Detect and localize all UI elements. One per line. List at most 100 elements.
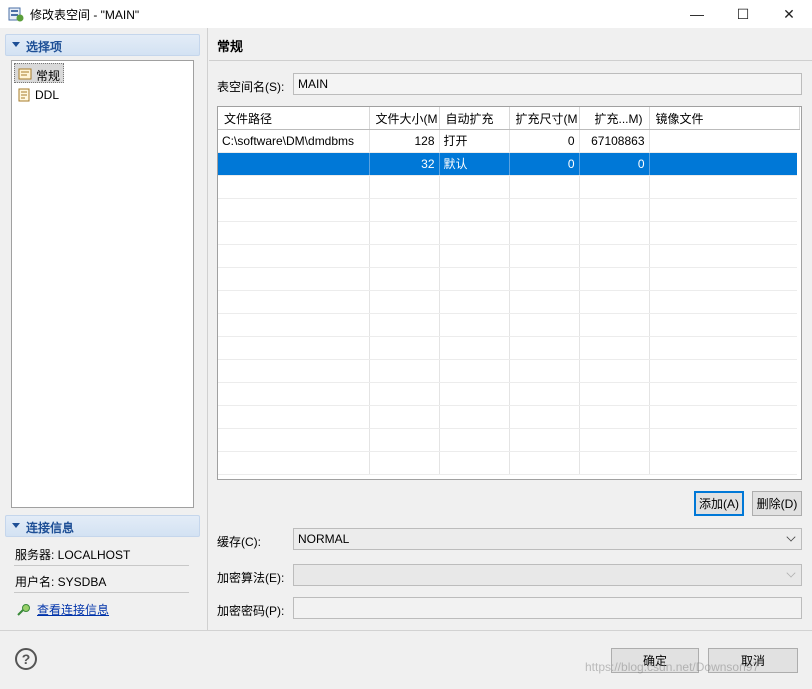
empty-cell[interactable] — [369, 313, 440, 337]
empty-cell[interactable] — [649, 175, 800, 199]
table-row-empty[interactable] — [218, 451, 800, 475]
empty-cell[interactable] — [579, 267, 650, 291]
empty-cell[interactable] — [439, 267, 510, 291]
column-header-max-size[interactable]: 扩充...M) — [579, 107, 650, 130]
empty-cell[interactable] — [369, 290, 440, 314]
empty-cell[interactable] — [439, 451, 510, 475]
empty-cell[interactable] — [439, 336, 510, 360]
column-header-size[interactable]: 文件大小(M — [369, 107, 440, 130]
empty-cell[interactable] — [369, 405, 440, 429]
cell-size[interactable]: 32 — [369, 152, 440, 176]
empty-cell[interactable] — [439, 290, 510, 314]
empty-cell[interactable] — [509, 405, 580, 429]
empty-cell[interactable] — [649, 428, 800, 452]
empty-cell[interactable] — [218, 313, 370, 337]
table-row-empty[interactable] — [218, 267, 800, 291]
delete-button[interactable]: 删除(D) — [752, 491, 802, 516]
empty-cell[interactable] — [579, 451, 650, 475]
empty-cell[interactable] — [649, 336, 800, 360]
empty-cell[interactable] — [369, 336, 440, 360]
close-button[interactable]: ✕ — [766, 0, 812, 28]
nav-item-general[interactable]: 常规 — [14, 63, 65, 83]
table-row-empty[interactable] — [218, 359, 800, 383]
empty-cell[interactable] — [509, 336, 580, 360]
empty-cell[interactable] — [649, 267, 800, 291]
column-header-mirror[interactable]: 镜像文件 — [649, 107, 800, 130]
empty-cell[interactable] — [369, 359, 440, 383]
empty-cell[interactable] — [509, 221, 580, 245]
cell-path[interactable] — [218, 152, 370, 176]
empty-cell[interactable] — [649, 359, 800, 383]
encrypt-password-field[interactable] — [293, 597, 802, 619]
table-row-empty[interactable] — [218, 244, 800, 268]
empty-cell[interactable] — [649, 405, 800, 429]
empty-cell[interactable] — [509, 382, 580, 406]
table-row-selected[interactable]: 32 默认 0 0 — [218, 152, 800, 176]
add-button[interactable]: 添加(A) — [694, 491, 744, 516]
cell-mirror[interactable] — [649, 129, 800, 153]
empty-cell[interactable] — [509, 451, 580, 475]
empty-cell[interactable] — [218, 405, 370, 429]
empty-cell[interactable] — [218, 267, 370, 291]
empty-cell[interactable] — [579, 405, 650, 429]
column-header-autoextend[interactable]: 自动扩充 — [439, 107, 510, 130]
empty-cell[interactable] — [649, 451, 800, 475]
empty-cell[interactable] — [579, 175, 650, 199]
empty-cell[interactable] — [439, 382, 510, 406]
empty-cell[interactable] — [509, 244, 580, 268]
encrypt-algo-select[interactable] — [293, 564, 802, 586]
column-header-path[interactable]: 文件路径 — [218, 107, 370, 130]
empty-cell[interactable] — [218, 290, 370, 314]
empty-cell[interactable] — [369, 221, 440, 245]
table-row-empty[interactable] — [218, 313, 800, 337]
cell-max-size[interactable]: 67108863 — [579, 129, 650, 153]
empty-cell[interactable] — [218, 198, 370, 222]
table-row-empty[interactable] — [218, 290, 800, 314]
empty-cell[interactable] — [649, 382, 800, 406]
table-row[interactable]: C:\software\DM\dmdbms 128 打开 0 67108863 — [218, 129, 800, 153]
table-row-empty[interactable] — [218, 405, 800, 429]
cell-path[interactable]: C:\software\DM\dmdbms — [218, 129, 370, 153]
empty-cell[interactable] — [579, 428, 650, 452]
empty-cell[interactable] — [369, 175, 440, 199]
empty-cell[interactable] — [649, 221, 800, 245]
table-scrollbar[interactable] — [797, 130, 801, 479]
empty-cell[interactable] — [579, 290, 650, 314]
empty-cell[interactable] — [439, 244, 510, 268]
table-row-empty[interactable] — [218, 382, 800, 406]
empty-cell[interactable] — [439, 175, 510, 199]
empty-cell[interactable] — [649, 313, 800, 337]
table-row-empty[interactable] — [218, 221, 800, 245]
maximize-button[interactable]: ☐ — [720, 0, 766, 28]
selection-section-header[interactable]: 选择项 — [5, 34, 200, 56]
cell-max-size[interactable]: 0 — [579, 152, 650, 176]
connection-section-header[interactable]: 连接信息 — [5, 515, 200, 537]
empty-cell[interactable] — [509, 313, 580, 337]
empty-cell[interactable] — [369, 382, 440, 406]
column-header-extend-size[interactable]: 扩充尺寸(M — [509, 107, 580, 130]
empty-cell[interactable] — [439, 313, 510, 337]
table-row-empty[interactable] — [218, 198, 800, 222]
empty-cell[interactable] — [369, 428, 440, 452]
empty-cell[interactable] — [579, 382, 650, 406]
empty-cell[interactable] — [218, 359, 370, 383]
empty-cell[interactable] — [218, 428, 370, 452]
empty-cell[interactable] — [218, 175, 370, 199]
empty-cell[interactable] — [579, 198, 650, 222]
help-icon[interactable]: ? — [15, 648, 37, 670]
empty-cell[interactable] — [369, 451, 440, 475]
cell-size[interactable]: 128 — [369, 129, 440, 153]
empty-cell[interactable] — [509, 267, 580, 291]
empty-cell[interactable] — [439, 221, 510, 245]
empty-cell[interactable] — [509, 198, 580, 222]
minimize-button[interactable]: — — [674, 0, 720, 28]
tablespace-name-field[interactable]: MAIN — [293, 73, 802, 95]
empty-cell[interactable] — [649, 198, 800, 222]
empty-cell[interactable] — [218, 382, 370, 406]
empty-cell[interactable] — [579, 244, 650, 268]
empty-cell[interactable] — [579, 313, 650, 337]
empty-cell[interactable] — [509, 175, 580, 199]
empty-cell[interactable] — [579, 336, 650, 360]
empty-cell[interactable] — [509, 359, 580, 383]
empty-cell[interactable] — [369, 244, 440, 268]
